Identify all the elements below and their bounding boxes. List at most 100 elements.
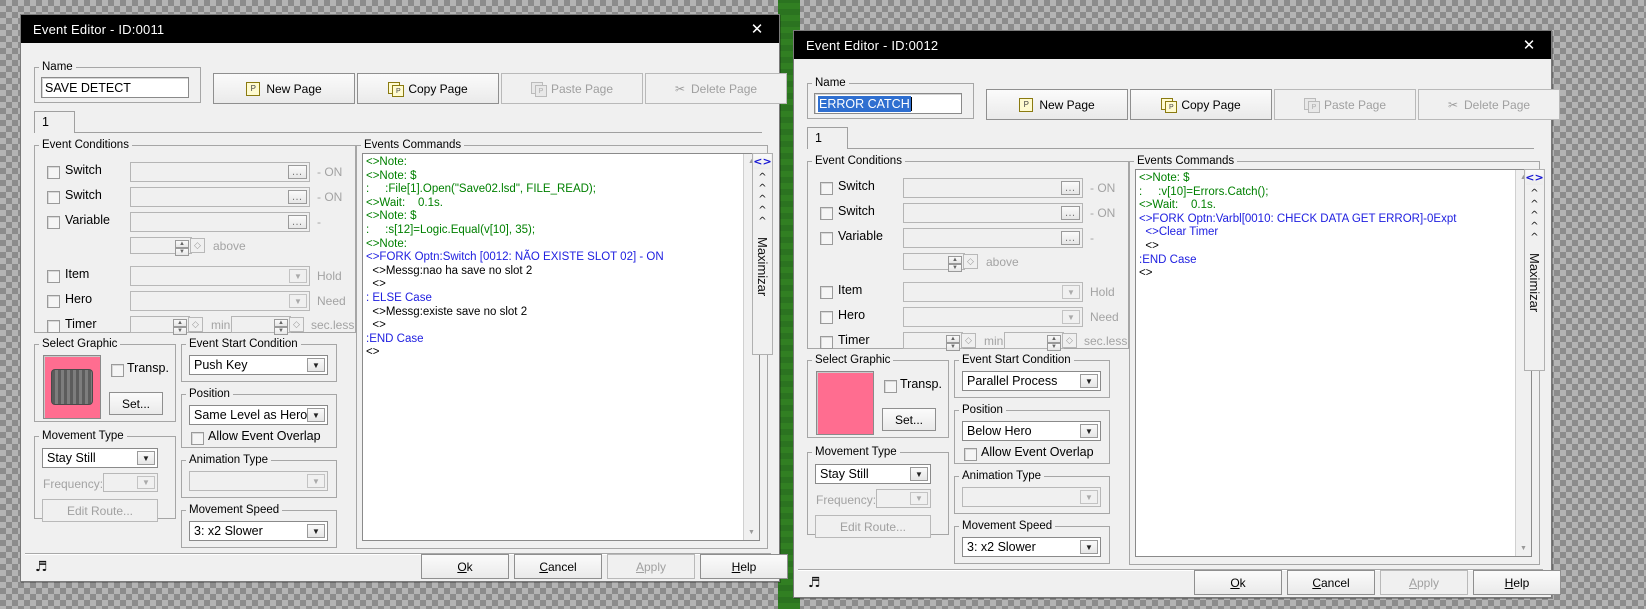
command-line[interactable]: <>	[366, 346, 743, 360]
music-note-icon[interactable]: ♬	[808, 575, 821, 591]
button-copy-page[interactable]: PPCopy Page	[1130, 89, 1272, 120]
position-combo[interactable]: Below Hero ▼	[962, 421, 1101, 441]
chevron-down-icon[interactable]: ▼	[307, 474, 325, 488]
spinner-arrows[interactable]: ▲ ▼	[274, 319, 288, 335]
command-line[interactable]: <>Messg:nao ha save no slot 2	[366, 265, 743, 279]
condition-spin-3[interactable]: ▲ ▼ ◇	[130, 237, 205, 256]
command-line[interactable]: : :v[10]=Errors.Catch();	[1139, 186, 1515, 200]
command-line[interactable]: <>Note:	[366, 238, 743, 252]
timer-sec-field[interactable]: ▲ ▼ ◇	[231, 316, 304, 335]
command-line[interactable]: :END Case	[1139, 254, 1515, 268]
set-graphic-button[interactable]: Set...	[882, 408, 936, 431]
checkbox-variable[interactable]	[47, 216, 60, 229]
movement-speed-combo[interactable]: 3: x2 Slower ▼	[189, 521, 328, 541]
checkbox-switch[interactable]	[47, 191, 60, 204]
command-line[interactable]: <>Note: $	[366, 210, 743, 224]
condition-combo-4[interactable]: ▼	[903, 282, 1083, 302]
movement-type-combo[interactable]: Stay Still ▼	[815, 464, 931, 484]
animation-type-combo[interactable]: ▼	[189, 471, 328, 491]
graphic-preview[interactable]	[43, 355, 101, 419]
chevron-down-icon[interactable]: ▼	[1062, 310, 1080, 324]
chevron-down-icon[interactable]: ▼	[307, 358, 325, 372]
condition-field-2[interactable]: …	[903, 228, 1083, 248]
command-line[interactable]: : :s[12]=Logic.Equal(v[10], 35);	[366, 224, 743, 238]
browse-dots-icon[interactable]: …	[288, 165, 307, 179]
condition-combo-4[interactable]: ▼	[130, 266, 310, 286]
browse-dots-icon[interactable]: …	[1061, 206, 1080, 220]
chevron-down-icon[interactable]: ▼	[910, 492, 928, 505]
command-line[interactable]: <>Note:	[366, 156, 743, 170]
chevron-down-icon[interactable]: ▼	[307, 408, 325, 422]
button-new-page[interactable]: P New Page	[213, 73, 355, 104]
condition-field-1[interactable]: …	[130, 187, 310, 207]
condition-field-0[interactable]: …	[903, 178, 1083, 198]
spinner-arrows[interactable]: ▲ ▼	[946, 335, 960, 351]
maximize-panel-splitter[interactable]: <> ^ ^ ^ ^ ^ Maximizar	[1524, 169, 1545, 371]
checkbox-allow-event-overlap[interactable]	[964, 448, 977, 461]
chevron-down-icon[interactable]: ▼	[307, 524, 325, 538]
chevron-down-icon[interactable]: ▼	[1080, 490, 1098, 504]
graphic-preview[interactable]	[816, 371, 874, 435]
checkbox-switch[interactable]	[47, 166, 60, 179]
checkbox-transparent[interactable]	[111, 364, 124, 377]
chevron-down-icon[interactable]: ▼	[1062, 285, 1080, 299]
browse-dots-icon[interactable]: …	[288, 215, 307, 229]
chevron-down-icon[interactable]: ▼	[289, 269, 307, 283]
button-cancel[interactable]: Cancel	[514, 554, 602, 579]
close-icon[interactable]: ✕	[1507, 31, 1551, 59]
movement-type-combo[interactable]: Stay Still ▼	[42, 448, 158, 468]
frequency-combo[interactable]: ▼	[876, 489, 931, 508]
command-line[interactable]: <>	[366, 278, 743, 292]
expand-collapse-icon[interactable]: <>	[1525, 170, 1544, 185]
command-line[interactable]: <>Wait: 0.1s.	[366, 197, 743, 211]
chevron-down-icon[interactable]: ▼	[1080, 374, 1098, 388]
checkbox-timer[interactable]	[820, 336, 833, 349]
events-commands-list[interactable]: <>Note: <>Note: $: :File[1].Open("Save02.…	[362, 153, 760, 541]
name-input[interactable]: ERROR CATCH	[814, 93, 962, 114]
button-ok[interactable]: Ok	[1194, 570, 1282, 595]
command-line[interactable]: <>	[1139, 240, 1515, 254]
checkbox-item[interactable]	[47, 270, 60, 283]
checkbox-switch[interactable]	[820, 207, 833, 220]
checkbox-transparent[interactable]	[884, 380, 897, 393]
spinner-arrows[interactable]: ▲ ▼	[175, 240, 189, 256]
chevron-down-icon[interactable]: ▼	[289, 294, 307, 308]
button-help[interactable]: Help	[700, 554, 788, 579]
command-line[interactable]: <>FORK Optn:Switch [0012: NÃO EXISTE SLO…	[366, 251, 743, 265]
condition-field-2[interactable]: …	[130, 212, 310, 232]
command-line[interactable]: <>Note: $	[1139, 172, 1515, 186]
checkbox-item[interactable]	[820, 286, 833, 299]
tab-page-1[interactable]: 1	[807, 127, 848, 149]
condition-field-0[interactable]: …	[130, 162, 310, 182]
timer-min-field[interactable]: ▲ ▼ ◇	[130, 316, 203, 335]
command-line[interactable]: <>Wait: 0.1s.	[1139, 199, 1515, 213]
checkbox-hero[interactable]	[47, 295, 60, 308]
spinner-arrows[interactable]: ▲ ▼	[1047, 335, 1061, 351]
chevron-down-icon[interactable]: ▼	[910, 467, 928, 481]
checkbox-hero[interactable]	[820, 311, 833, 324]
command-line[interactable]: <>Note: $	[366, 170, 743, 184]
button-help[interactable]: Help	[1473, 570, 1561, 595]
command-line[interactable]: : ELSE Case	[366, 292, 743, 306]
set-graphic-button[interactable]: Set...	[109, 392, 163, 415]
button-cancel[interactable]: Cancel	[1287, 570, 1375, 595]
animation-type-combo[interactable]: ▼	[962, 487, 1101, 507]
events-commands-list[interactable]: <>Note: $: :v[10]=Errors.Catch(); <>Wait:…	[1135, 169, 1532, 557]
command-line[interactable]: <>Messg:existe save no slot 2	[366, 306, 743, 320]
close-icon[interactable]: ✕	[735, 15, 779, 43]
checkbox-variable[interactable]	[820, 232, 833, 245]
command-line[interactable]: : :File[1].Open("Save02.lsd", FILE_READ)…	[366, 183, 743, 197]
event-start-combo[interactable]: Push Key ▼	[189, 355, 328, 375]
event-start-combo[interactable]: Parallel Process ▼	[962, 371, 1101, 391]
command-line[interactable]: <>	[1139, 267, 1515, 281]
condition-field-1[interactable]: …	[903, 203, 1083, 223]
checkbox-switch[interactable]	[820, 182, 833, 195]
checkbox-timer[interactable]	[47, 320, 60, 333]
tab-page-1[interactable]: 1	[34, 111, 75, 133]
condition-spin-3[interactable]: ▲ ▼ ◇	[903, 253, 978, 272]
spinner-arrows[interactable]: ▲ ▼	[173, 319, 187, 335]
condition-combo-5[interactable]: ▼	[903, 307, 1083, 327]
timer-min-field[interactable]: ▲ ▼ ◇	[903, 332, 976, 351]
maximize-panel-splitter[interactable]: <> ^ ^ ^ ^ ^ Maximizar	[752, 153, 773, 355]
command-line[interactable]: <>	[366, 319, 743, 333]
